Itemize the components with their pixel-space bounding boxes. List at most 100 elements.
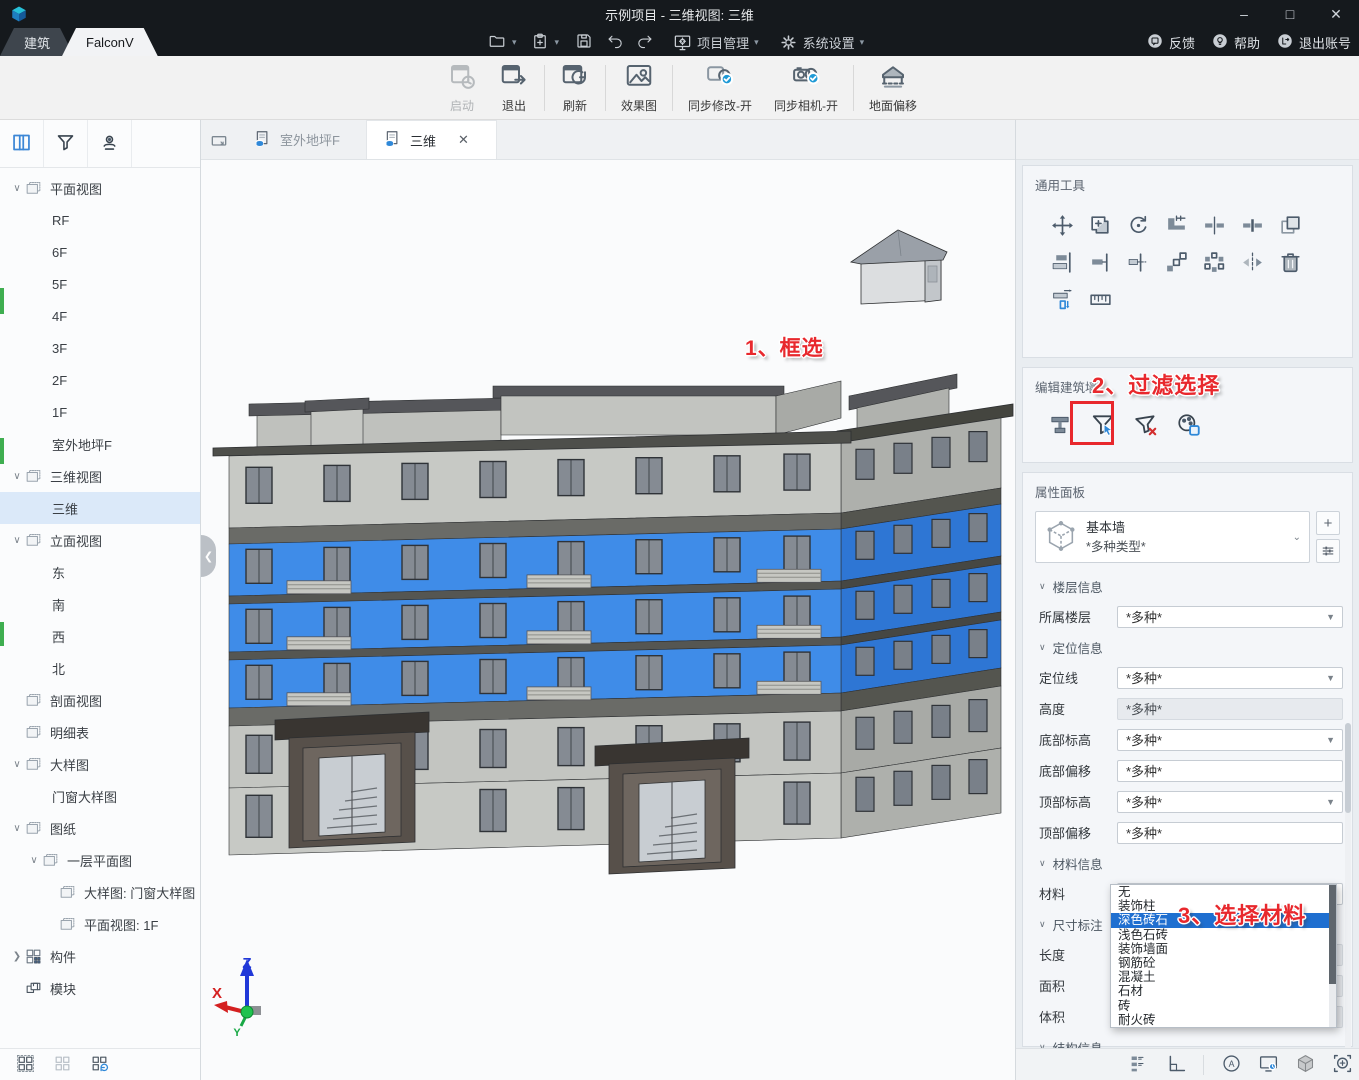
tool-move[interactable] <box>1043 208 1081 245</box>
view-tab-0[interactable]: 室外地坪F <box>237 120 367 159</box>
undo-icon[interactable] <box>607 32 624 52</box>
tool-array-diagonal[interactable] <box>1157 245 1195 282</box>
tree-item-6[interactable]: 2F <box>0 364 200 396</box>
tree-item-4[interactable]: 4F <box>0 300 200 332</box>
type-selector[interactable]: 基本墙 *多种类型* ⌄ <box>1035 511 1310 563</box>
ribbon-button-sync_cam[interactable]: 同步相机-开 <box>763 61 849 114</box>
tool-mirror[interactable] <box>1233 245 1271 282</box>
sidebar-tab-locate[interactable] <box>88 120 132 167</box>
tool-array-group[interactable] <box>1195 245 1233 282</box>
tree-item-21[interactable]: ∨一层平面图 <box>0 844 200 876</box>
tool-pick[interactable] <box>1271 208 1309 245</box>
tree-item-18[interactable]: ∨大样图 <box>0 748 200 780</box>
wall-tool-match-material[interactable] <box>1176 412 1202 441</box>
help-menu[interactable]: 帮助 <box>1211 32 1260 53</box>
tree-item-1[interactable]: RF <box>0 204 200 236</box>
3d-viewport[interactable]: ZXY 1、框选 <box>201 160 1015 1080</box>
tree-item-23[interactable]: 平面视图: 1F <box>0 908 200 940</box>
ribbon-button-ground[interactable]: 地面偏移 <box>858 61 928 114</box>
sidebar-tab-filter[interactable] <box>44 120 88 167</box>
tree-item-2[interactable]: 6F <box>0 236 200 268</box>
chevron-down-icon[interactable]: ∨ <box>10 759 24 770</box>
sidebar-tab-panel-layout[interactable] <box>0 120 44 167</box>
chevron-down-icon[interactable]: ▾ <box>555 37 560 48</box>
material-option[interactable]: 耐火砖 <box>1111 1013 1336 1027</box>
building-model[interactable]: ZXY <box>201 160 1016 1080</box>
tree-item-16[interactable]: 剖面视图 <box>0 684 200 716</box>
dropdown-scrollbar[interactable] <box>1329 885 1336 1027</box>
field-input[interactable]: *多种* <box>1117 822 1343 844</box>
tool-copy[interactable] <box>1081 208 1119 245</box>
project-manage-menu[interactable]: 项目管理▾ <box>673 33 759 52</box>
add-type-button[interactable]: + <box>1316 511 1340 535</box>
material-option[interactable]: 石材 <box>1111 984 1336 998</box>
status-layer-list[interactable] <box>1124 1053 1154 1077</box>
tree-item-20[interactable]: ∨图纸 <box>0 812 200 844</box>
grid-select-icon[interactable] <box>16 1054 35 1076</box>
tool-split[interactable] <box>1195 208 1233 245</box>
tree-item-3[interactable]: 5F <box>0 268 200 300</box>
tree-item-25[interactable]: 模块 <box>0 972 200 1004</box>
tree-item-15[interactable]: 北 <box>0 652 200 684</box>
type-settings-button[interactable] <box>1316 539 1340 563</box>
tool-measure[interactable] <box>1081 282 1119 319</box>
chevron-down-icon[interactable]: ∨ <box>10 471 24 482</box>
material-option[interactable]: 装饰墙面 <box>1111 942 1336 956</box>
tree-item-9[interactable]: ∨三维视图 <box>0 460 200 492</box>
tool-offset[interactable] <box>1043 282 1081 319</box>
tool-align-center[interactable] <box>1119 245 1157 282</box>
field-select[interactable]: *多种*▼ <box>1117 606 1343 628</box>
section-header-0[interactable]: ∨楼层信息 <box>1023 571 1352 601</box>
chevron-down-icon[interactable]: ∨ <box>10 823 24 834</box>
tool-align-stack[interactable] <box>1043 245 1081 282</box>
field-select[interactable]: *多种*▼ <box>1117 729 1343 751</box>
tree-item-0[interactable]: ∨平面视图 <box>0 172 200 204</box>
panel-scrollbar[interactable] <box>1345 723 1351 1080</box>
redo-icon[interactable] <box>636 32 653 52</box>
chevron-down-icon[interactable]: ▾ <box>512 37 517 48</box>
ribbon-button-exit[interactable]: 退出 <box>488 61 540 114</box>
material-option[interactable]: 砖 <box>1111 999 1336 1013</box>
app-tab-arch[interactable]: 建筑 <box>0 28 74 56</box>
save-icon[interactable] <box>575 32 593 53</box>
field-input[interactable]: *多种* <box>1117 760 1343 782</box>
maximize-button[interactable]: □ <box>1267 0 1313 28</box>
material-option[interactable]: 混凝土 <box>1111 970 1336 984</box>
tree-item-11[interactable]: ∨立面视图 <box>0 524 200 556</box>
tree-item-12[interactable]: 东 <box>0 556 200 588</box>
chevron-down-icon[interactable]: ∨ <box>10 183 24 194</box>
ribbon-button-render[interactable]: 效果图 <box>610 61 668 114</box>
open-folder-icon[interactable] <box>488 32 506 53</box>
section-header-1[interactable]: ∨定位信息 <box>1023 632 1352 662</box>
ribbon-button-refresh[interactable]: 刷新 <box>549 61 601 114</box>
tool-delete[interactable] <box>1271 245 1309 282</box>
tool-split-element[interactable] <box>1233 208 1271 245</box>
tool-rotate[interactable] <box>1119 208 1157 245</box>
tree-item-22[interactable]: 大样图: 门窗大样图 <box>0 876 200 908</box>
tree-item-13[interactable]: 南 <box>0 588 200 620</box>
tool-align-right[interactable] <box>1081 245 1119 282</box>
app-tab-falconv[interactable]: FalconV <box>62 28 158 56</box>
wall-tool-filter-clear[interactable] <box>1133 412 1159 441</box>
field-select[interactable]: *多种*▼ <box>1117 667 1343 689</box>
paste-icon[interactable] <box>531 32 549 53</box>
status-zoom-selection[interactable] <box>1327 1053 1357 1077</box>
tree-item-14[interactable]: 西 <box>0 620 200 652</box>
ribbon-button-sync_edit[interactable]: 同步修改-开 <box>677 61 763 114</box>
system-settings-menu[interactable]: 系统设置▾ <box>779 33 865 52</box>
tool-trim-corner[interactable] <box>1157 208 1195 245</box>
tree-item-8[interactable]: 室外地坪F <box>0 428 200 460</box>
tree-item-10[interactable]: 三维 <box>0 492 200 524</box>
minimize-button[interactable]: – <box>1221 0 1267 28</box>
tree-item-7[interactable]: 1F <box>0 396 200 428</box>
grid-refresh-icon[interactable] <box>90 1054 109 1076</box>
status-corner-angle[interactable] <box>1161 1053 1191 1077</box>
tree-item-17[interactable]: 明细表 <box>0 716 200 748</box>
chevron-down-icon[interactable]: ∨ <box>10 535 24 546</box>
grid-plain-icon[interactable] <box>53 1054 72 1076</box>
feedback-menu[interactable]: 反馈 <box>1146 32 1195 53</box>
field-select[interactable]: *多种*▼ <box>1117 791 1343 813</box>
tree-item-24[interactable]: ❯构件 <box>0 940 200 972</box>
material-option[interactable]: 钢筋砼 <box>1111 956 1336 970</box>
tree-item-5[interactable]: 3F <box>0 332 200 364</box>
